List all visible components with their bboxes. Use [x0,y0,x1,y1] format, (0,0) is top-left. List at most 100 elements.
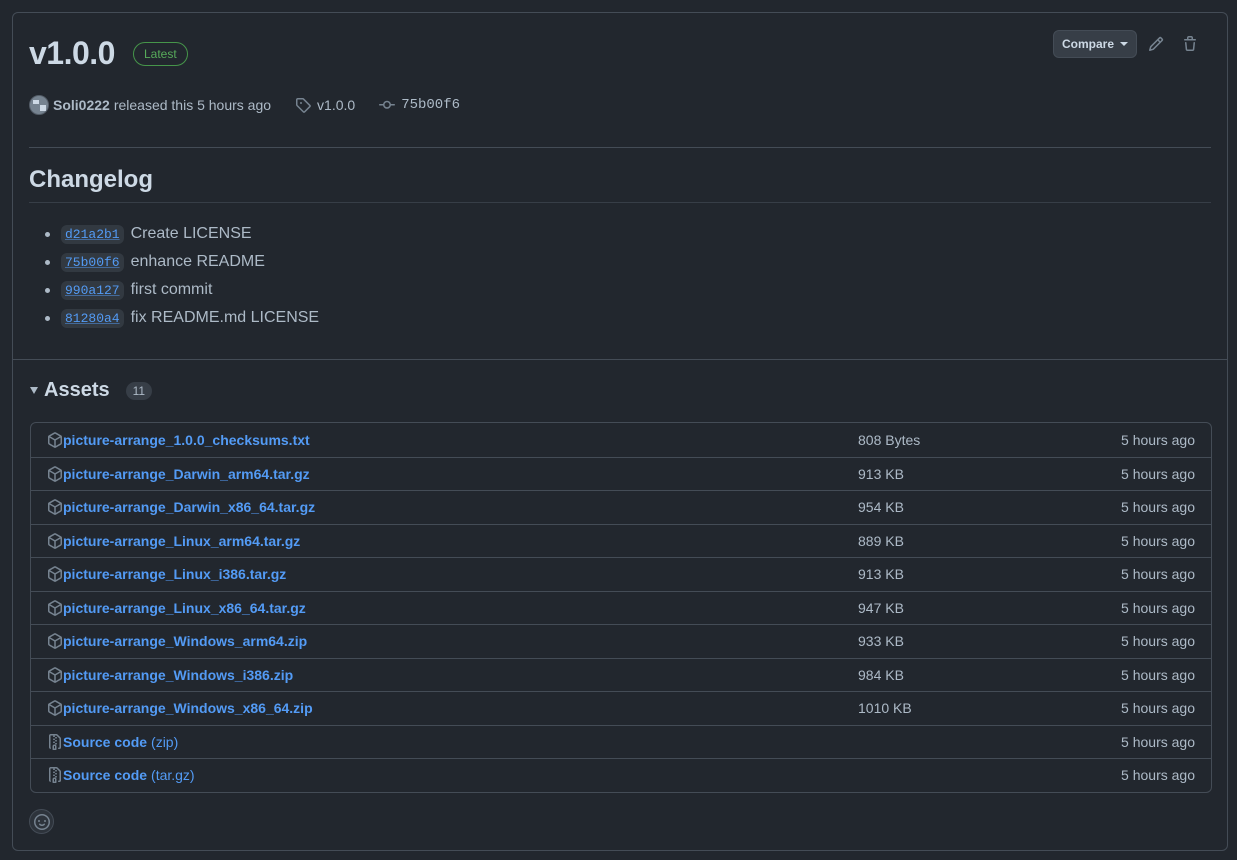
commit-sha-link[interactable]: 81280a4 [61,308,124,328]
asset-name: picture-arrange_Windows_i386.zip [63,666,294,683]
add-reaction-button[interactable] [29,809,54,834]
asset-size: 984 KB [858,666,904,683]
package-icon [48,666,62,683]
commit-link[interactable]: 75b00f6 [379,97,460,113]
asset-row: Source code (zip) 5 hours ago [31,724,1211,759]
release-title-row: v1.0.0 Latest [29,35,188,72]
asset-size: 1010 KB [858,700,912,717]
asset-link[interactable]: picture-arrange_Darwin_x86_64.tar.gz [47,499,315,515]
asset-row: picture-arrange_Linux_x86_64.tar.gz 947 K… [31,590,1211,625]
assets-count: 11 [125,381,153,400]
asset-name: picture-arrange_1.0.0_checksums.txt [63,431,310,448]
asset-size: 913 KB [858,566,904,583]
asset-name: picture-arrange_Linux_x86_64.tar.gz [63,599,306,616]
latest-badge: Latest [132,41,188,66]
commit-sha-link[interactable]: 990a127 [61,280,124,300]
header-divider [29,147,1211,148]
package-icon [48,499,62,516]
asset-link[interactable]: Source code (zip) [47,733,179,750]
release-version[interactable]: v1.0.0 [29,35,115,72]
package-icon [48,700,62,717]
asset-suffix: (tar.gz) [151,767,195,784]
asset-name: Source code [63,733,148,750]
file-zip-icon [49,733,61,750]
asset-time: 5 hours ago [1121,633,1195,650]
author-link[interactable]: Soli0222 [53,97,110,113]
asset-time: 5 hours ago [1121,767,1195,784]
asset-link[interactable]: picture-arrange_Windows_i386.zip [47,667,293,683]
commit-label: 75b00f6 [401,97,460,113]
asset-row: picture-arrange_Windows_arm64.zip 933 KB 5… [31,624,1211,658]
asset-size: 913 KB [858,465,904,482]
asset-time: 5 hours ago [1121,700,1195,717]
package-icon [48,431,62,448]
asset-time: 5 hours ago [1121,666,1195,683]
asset-size: 954 KB [858,499,904,516]
compare-button[interactable]: Compare [1052,30,1137,58]
asset-link[interactable]: picture-arrange_Linux_i386.tar.gz [47,566,286,582]
release-actions: Compare [1052,30,1205,58]
asset-name: picture-arrange_Windows_x86_64.zip [63,700,313,717]
compare-label: Compare [1061,37,1114,51]
changelog-list: d21a2b1 Create LICENSE 75b00f6 enhance REA… [29,220,319,332]
list-item: d21a2b1 Create LICENSE [29,220,319,248]
triangle-down-icon [30,387,38,394]
release-card: v1.0.0 Latest Compare Soli0222 released … [12,12,1228,851]
delete-button[interactable] [1175,30,1205,58]
asset-link[interactable]: picture-arrange_Windows_x86_64.zip [47,700,313,716]
file-zip-icon [49,767,61,784]
pencil-icon [1148,36,1164,52]
asset-link[interactable]: picture-arrange_1.0.0_checksums.txt [47,432,310,448]
avatar[interactable] [29,95,49,115]
commit-message: first commit [130,281,213,298]
asset-name: picture-arrange_Windows_arm64.zip [63,633,308,650]
asset-link[interactable]: picture-arrange_Linux_x86_64.tar.gz [47,600,306,616]
edit-button[interactable] [1141,30,1171,58]
asset-link[interactable]: picture-arrange_Linux_arm64.tar.gz [47,533,300,549]
assets-toggle[interactable]: Assets 11 [30,379,153,402]
asset-size: 808 Bytes [858,431,921,448]
asset-size: 889 KB [858,532,904,549]
trash-icon [1184,36,1196,51]
asset-time: 5 hours ago [1121,431,1195,448]
tag-link[interactable]: v1.0.0 [295,97,355,113]
asset-row: picture-arrange_Windows_x86_64.zip 1010 K… [31,691,1211,725]
asset-size: 947 KB [858,599,904,616]
asset-time: 5 hours ago [1121,499,1195,516]
asset-time: 5 hours ago [1121,465,1195,482]
commit-sha-link[interactable]: d21a2b1 [61,224,124,244]
changelog-heading: Changelog [29,166,153,193]
commit-message: fix README.md LICENSE [130,309,320,326]
list-item: 990a127 first commit [29,276,319,304]
asset-time: 5 hours ago [1121,733,1195,750]
asset-link[interactable]: Source code (tar.gz) [47,767,195,784]
asset-row: picture-arrange_Darwin_x86_64.tar.gz 954 … [31,490,1211,524]
commit-message: enhance README [130,253,265,270]
package-icon [48,633,62,650]
asset-time: 5 hours ago [1121,532,1195,549]
asset-row: picture-arrange_1.0.0_checksums.txt 808 B… [31,423,1211,457]
package-icon [48,599,62,616]
asset-suffix: (zip) [151,733,179,750]
asset-row: Source code (tar.gz) 5 hours ago [31,758,1211,792]
list-item: 81280a4 fix README.md LICENSE [29,304,319,332]
triangle-down-icon [1120,42,1128,46]
asset-row: picture-arrange_Linux_arm64.tar.gz 889 KB… [31,523,1211,558]
asset-row: picture-arrange_Linux_i386.tar.gz 913 KB 5… [31,557,1211,591]
list-item: 75b00f6 enhance README [29,248,319,276]
asset-link[interactable]: picture-arrange_Windows_arm64.zip [47,633,307,649]
tag-label: v1.0.0 [317,97,356,113]
commit-message: Create LICENSE [130,225,252,242]
asset-row: picture-arrange_Windows_i386.zip 984 KB 5 … [31,657,1211,692]
asset-row: picture-arrange_Darwin_arm64.tar.gz 913 K… [31,456,1211,491]
commit-sha-link[interactable]: 75b00f6 [61,252,124,272]
changelog-divider [29,202,1211,203]
asset-name: picture-arrange_Darwin_x86_64.tar.gz [63,499,316,516]
tag-icon [296,98,311,113]
section-divider [13,359,1227,360]
release-header: v1.0.0 Latest Compare Soli0222 released … [29,13,1211,361]
asset-link[interactable]: picture-arrange_Darwin_arm64.tar.gz [47,466,310,482]
smiley-icon [33,813,50,830]
asset-name: Source code [63,767,148,784]
assets-list: picture-arrange_1.0.0_checksums.txt 808 B… [30,422,1212,793]
